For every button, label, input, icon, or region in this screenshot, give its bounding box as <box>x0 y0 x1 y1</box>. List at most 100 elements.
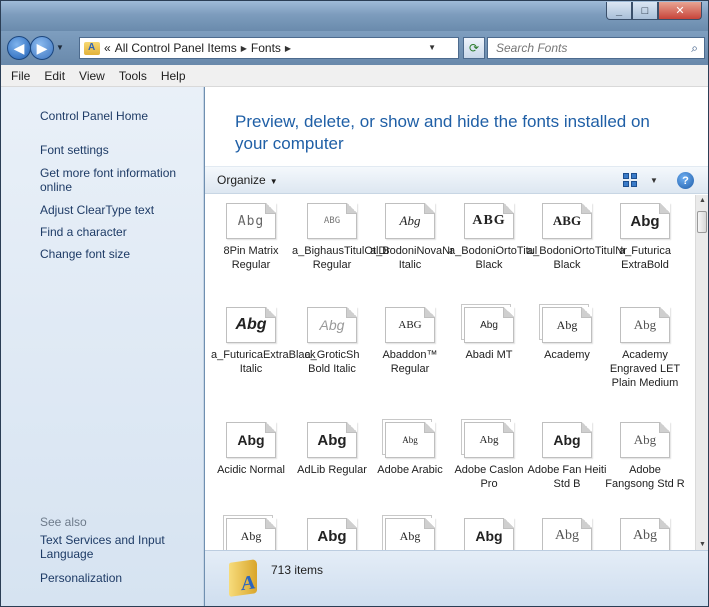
close-button[interactable]: ✕ <box>658 2 702 20</box>
font-sample: Abg <box>402 435 418 445</box>
font-item[interactable]: Abg <box>370 518 450 550</box>
font-name: 8Pin Matrix Regular <box>223 245 279 271</box>
organize-button[interactable]: Organize ▼ <box>217 173 278 187</box>
font-preview-icon: Abg <box>226 422 276 458</box>
font-preview-icon: Abg <box>620 307 670 343</box>
font-sample: Abg <box>475 528 503 544</box>
content-pane: Preview, delete, or show and hide the fo… <box>205 87 708 606</box>
font-sample: Abg <box>317 527 347 545</box>
font-name: a_GroticSh Bold Italic <box>304 349 360 375</box>
explorer-window: _ □ ✕ ◀ ▶ ▼ « All Control Panel Items ▶ … <box>0 0 709 607</box>
menu-file[interactable]: File <box>5 67 36 85</box>
font-preview-icon: Abg <box>226 518 276 550</box>
font-item[interactable]: Abg Adobe Fangsong Std R <box>605 422 685 491</box>
font-item[interactable]: Abg <box>527 518 607 550</box>
font-item[interactable]: Abg <box>292 518 372 550</box>
chevron-down-icon: ▼ <box>269 177 278 186</box>
font-item[interactable]: Abg Academy Engraved LET Plain Medium <box>605 307 685 390</box>
link-more-font-info[interactable]: Get more font information online <box>40 166 200 194</box>
details-pane: 713 items <box>205 550 708 606</box>
font-item[interactable]: Abg Acidic Normal <box>211 422 291 477</box>
font-item[interactable]: ABG Abaddon™ Regular <box>370 307 450 376</box>
link-personalization[interactable]: Personalization <box>40 571 200 585</box>
font-item[interactable]: Abg Abadi MT <box>449 307 529 362</box>
font-item[interactable]: Abg <box>211 518 291 550</box>
font-item[interactable]: ABG a_BighausTitulOtlDr Regular <box>292 203 390 272</box>
vertical-scrollbar[interactable]: ▲ ▼ <box>695 195 708 550</box>
font-item[interactable]: Abg <box>605 518 685 550</box>
font-preview-icon: Abg <box>542 307 592 343</box>
font-preview-icon: Abg <box>307 518 357 550</box>
link-text-services[interactable]: Text Services and Input Language <box>40 533 200 561</box>
font-item[interactable]: ABG a_BodoniOrtoTitul Black <box>449 203 537 272</box>
font-item[interactable]: Abg Adobe Fan Heiti Std B <box>527 422 607 491</box>
font-item[interactable]: Abg a_Futurica ExtraBold <box>605 203 685 272</box>
address-bar[interactable]: « All Control Panel Items ▶ Fonts ▶ ▼ <box>79 37 459 59</box>
recent-pages-dropdown-icon[interactable]: ▼ <box>56 43 64 52</box>
font-preview-icon: Abg <box>307 307 357 343</box>
menu-view[interactable]: View <box>73 67 111 85</box>
font-sample: Abg <box>480 319 498 331</box>
change-view-icon[interactable] <box>623 173 637 187</box>
font-sample: Abg <box>479 434 499 446</box>
font-item[interactable]: Abg a_BodoniNovaNr Italic <box>370 203 454 272</box>
font-sample: ABG <box>472 213 506 228</box>
link-change-font-size[interactable]: Change font size <box>40 247 200 261</box>
organize-label: Organize <box>217 173 266 187</box>
font-preview-icon: Abg <box>385 203 435 239</box>
menu-help[interactable]: Help <box>155 67 192 85</box>
search-input[interactable] <box>496 41 676 55</box>
menu-edit[interactable]: Edit <box>38 67 71 85</box>
chevron-right-icon[interactable]: ▶ <box>241 44 247 53</box>
font-item[interactable]: Abg AdLib Regular <box>292 422 372 477</box>
refresh-button[interactable]: ⟳ <box>463 37 485 59</box>
font-name: Academy Engraved LET Plain Medium <box>609 349 681 389</box>
search-box[interactable]: ⌕ <box>487 37 705 59</box>
link-font-settings[interactable]: Font settings <box>40 143 200 157</box>
font-item[interactable]: Abg Adobe Arabic <box>370 422 450 477</box>
breadcrumb-control-panel[interactable]: All Control Panel Items <box>115 41 237 55</box>
title-bar: _ □ ✕ <box>1 1 708 31</box>
scroll-down-icon[interactable]: ▼ <box>699 541 706 548</box>
scrollbar-thumb[interactable] <box>697 211 707 233</box>
font-sample: Abg <box>237 432 265 448</box>
view-options-dropdown-icon[interactable]: ▼ <box>650 176 658 185</box>
address-overflow[interactable]: « <box>104 41 111 55</box>
page-title: Preview, delete, or show and hide the fo… <box>235 112 650 153</box>
font-preview-icon: Abg <box>620 203 670 239</box>
forward-button[interactable]: ▶ <box>30 36 54 60</box>
link-find-character[interactable]: Find a character <box>40 225 200 239</box>
help-icon[interactable]: ? <box>677 172 694 189</box>
font-preview-icon: Abg <box>542 518 592 550</box>
font-preview-icon: Abg <box>226 307 276 343</box>
font-item[interactable]: Abg a_GroticSh Bold Italic <box>292 307 372 376</box>
window-controls: _ □ ✕ <box>606 2 702 20</box>
link-adjust-cleartype[interactable]: Adjust ClearType text <box>40 203 200 217</box>
font-name: Adobe Fan Heiti Std B <box>527 464 607 490</box>
font-name: Abaddon™ Regular <box>382 349 438 375</box>
fonts-folder-icon <box>84 41 100 55</box>
font-item[interactable]: Abg a_FuturicaExtraBlack Italic <box>211 307 316 376</box>
font-item[interactable]: Abg Adobe Caslon Pro <box>449 422 529 491</box>
menu-tools[interactable]: Tools <box>113 67 153 85</box>
font-sample: Abg <box>553 432 581 448</box>
font-sample: Abg <box>632 528 658 543</box>
font-name: Academy <box>544 349 590 361</box>
address-dropdown-icon[interactable]: ▼ <box>428 43 436 52</box>
font-item[interactable]: Abg <box>449 518 529 550</box>
font-item[interactable]: Abg Academy <box>527 307 607 362</box>
chevron-right-icon[interactable]: ▶ <box>285 44 291 53</box>
search-icon[interactable]: ⌕ <box>691 41 698 56</box>
back-button[interactable]: ◀ <box>7 36 31 60</box>
font-item[interactable]: ABG a_BodoniOrtoTitulNr Black <box>527 203 627 272</box>
link-control-panel-home[interactable]: Control Panel Home <box>40 109 200 123</box>
font-sample: Abg <box>235 316 267 333</box>
maximize-button[interactable]: □ <box>632 2 658 20</box>
font-item[interactable]: Abg 8Pin Matrix Regular <box>211 203 291 272</box>
minimize-button[interactable]: _ <box>606 2 632 20</box>
font-sample: Abg <box>633 432 657 447</box>
font-sample: Abg <box>630 212 660 230</box>
font-name: a_BodoniNovaNr Italic <box>370 245 454 271</box>
breadcrumb-fonts[interactable]: Fonts <box>251 41 281 55</box>
scroll-up-icon[interactable]: ▲ <box>699 197 706 204</box>
